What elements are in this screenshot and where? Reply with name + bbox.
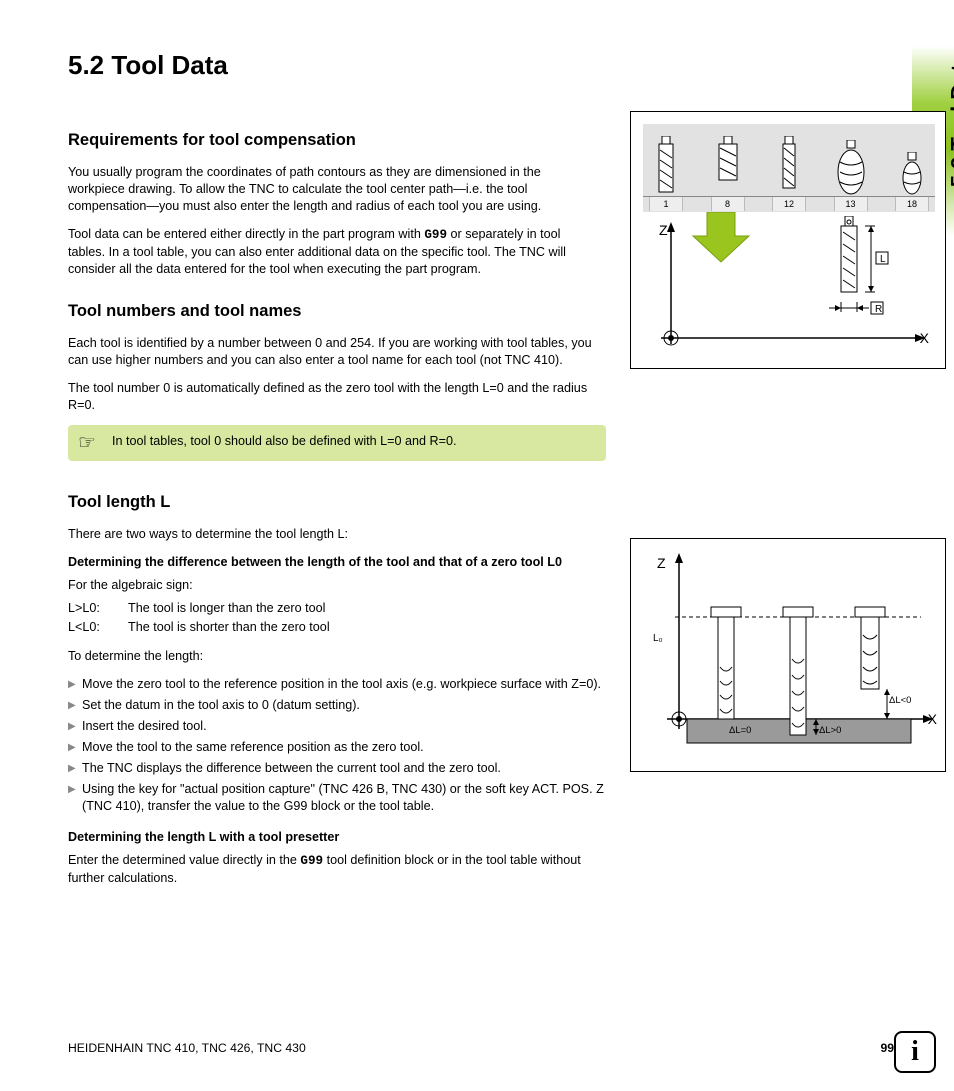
sec3-p4: Enter the determined value directly in t… — [68, 852, 598, 887]
fig2-L0-label: L₀ — [653, 633, 663, 644]
fig1-n12: 12 — [772, 197, 806, 211]
sec1-p2a: Tool data can be entered either directly… — [68, 227, 424, 241]
left-lower: There are two ways to determine the tool… — [68, 526, 606, 898]
footer-page: 99 — [880, 1041, 894, 1055]
fig2-z-label: Z — [657, 555, 666, 571]
sec1-title: Requirements for tool compensation — [68, 131, 606, 150]
fig2-x-label: X — [928, 711, 937, 727]
def-k0: L>L0: — [68, 600, 128, 617]
bullet-list: ▶Move the zero tool to the reference pos… — [68, 676, 606, 815]
fig1-graybox: 1 8 12 13 18 — [643, 124, 935, 212]
note-text: In tool tables, tool 0 should also be de… — [112, 433, 456, 450]
sec1-p2code: G99 — [424, 228, 447, 242]
fig1-x-label: X — [920, 330, 929, 346]
footer-left: HEIDENHAIN TNC 410, TNC 426, TNC 430 — [68, 1041, 306, 1055]
lower-row: There are two ways to determine the tool… — [68, 526, 894, 898]
bullet-0: ▶Move the zero tool to the reference pos… — [68, 676, 606, 693]
fig1-tool-8 — [711, 124, 745, 196]
sec3-p1: There are two ways to determine the tool… — [68, 526, 598, 543]
def-v1: The tool is shorter than the zero tool — [128, 619, 330, 636]
fig1-z-label: Z — [659, 222, 668, 238]
fig1-numbers: 1 8 12 13 18 — [643, 196, 935, 211]
upper-row: Requirements for tool compensation You u… — [68, 107, 894, 469]
info-badge-icon: i — [894, 1031, 936, 1073]
page: 5.2 Tool Data 5.2 Tool Data Requirements… — [0, 0, 954, 1091]
bullet-2: ▶Insert the desired tool. — [68, 718, 606, 735]
fig1-tools — [643, 124, 935, 196]
side-tab-label: 5.2 Tool Data — [946, 52, 954, 187]
fig1-tool-18 — [895, 124, 929, 196]
fig1-tool-1 — [649, 124, 683, 196]
def-row-0: L>L0: The tool is longer than the zero t… — [68, 600, 606, 617]
sec3-title: Tool length L — [68, 493, 894, 512]
p4a: Enter the determined value directly in t… — [68, 853, 300, 867]
figure-2: Z X L₀ ΔL=0 ΔL>0 ΔL<0 — [630, 538, 946, 772]
sec1-p1: You usually program the coordinates of p… — [68, 164, 598, 215]
fig1-axes: Z X — [653, 220, 931, 356]
def-k1: L<L0: — [68, 619, 128, 636]
fig1-n8: 8 — [711, 197, 745, 211]
fig1-n1: 1 — [649, 197, 683, 211]
bullet-1: ▶Set the datum in the tool axis to 0 (da… — [68, 697, 606, 714]
note-box: ☞ In tool tables, tool 0 should also be … — [68, 425, 606, 461]
fig1-tool-13 — [834, 124, 868, 196]
bullet-4: ▶The TNC displays the difference between… — [68, 760, 606, 777]
fig2-dlpos-label: ΔL>0 — [819, 725, 841, 736]
left-upper: Requirements for tool compensation You u… — [68, 107, 606, 469]
bullet-t3: Move the tool to the same reference posi… — [82, 739, 424, 756]
sec3-sub1: Determining the difference between the l… — [68, 554, 598, 571]
bullet-icon: ▶ — [68, 781, 82, 815]
sec1-p2: Tool data can be entered either directly… — [68, 226, 598, 278]
sec3-sub2: Determining the length L with a tool pre… — [68, 829, 598, 846]
sec2-p1: Each tool is identified by a number betw… — [68, 335, 598, 369]
bullet-icon: ▶ — [68, 676, 82, 693]
bullet-t4: The TNC displays the difference between … — [82, 760, 501, 777]
bullet-icon: ▶ — [68, 697, 82, 714]
sec2-p2: The tool number 0 is automatically defin… — [68, 380, 598, 414]
sec2-title: Tool numbers and tool names — [68, 302, 606, 321]
fig2-dl0-label: ΔL=0 — [729, 725, 751, 736]
bullet-icon: ▶ — [68, 760, 82, 777]
footer: HEIDENHAIN TNC 410, TNC 426, TNC 430 99 — [68, 1041, 894, 1055]
bullet-icon: ▶ — [68, 718, 82, 735]
bullet-icon: ▶ — [68, 739, 82, 756]
p4code: G99 — [300, 854, 323, 868]
page-title: 5.2 Tool Data — [68, 50, 894, 81]
def-row-1: L<L0: The tool is shorter than the zero … — [68, 619, 606, 636]
fig1-n18: 18 — [895, 197, 929, 211]
sec3-p2: For the algebraic sign: — [68, 577, 598, 594]
fig2-dlneg-label: ΔL<0 — [889, 695, 911, 706]
bullet-t5: Using the key for "actual position captu… — [82, 781, 606, 815]
bullet-5: ▶Using the key for "actual position capt… — [68, 781, 606, 815]
right-lower: Z X L₀ ΔL=0 ΔL>0 ΔL<0 — [630, 526, 946, 898]
bullet-t2: Insert the desired tool. — [82, 718, 207, 735]
figure-1: 1 8 12 13 18 — [630, 111, 946, 369]
right-upper: 1 8 12 13 18 — [630, 107, 946, 469]
fig1-n13: 13 — [834, 197, 868, 211]
bullet-t0: Move the zero tool to the reference posi… — [82, 676, 601, 693]
fig1-tool-12 — [772, 124, 806, 196]
bullet-3: ▶Move the tool to the same reference pos… — [68, 739, 606, 756]
note-hand-icon: ☞ — [78, 433, 112, 453]
bullet-t1: Set the datum in the tool axis to 0 (dat… — [82, 697, 360, 714]
sec3-p3: To determine the length: — [68, 648, 598, 665]
def-v0: The tool is longer than the zero tool — [128, 600, 325, 617]
